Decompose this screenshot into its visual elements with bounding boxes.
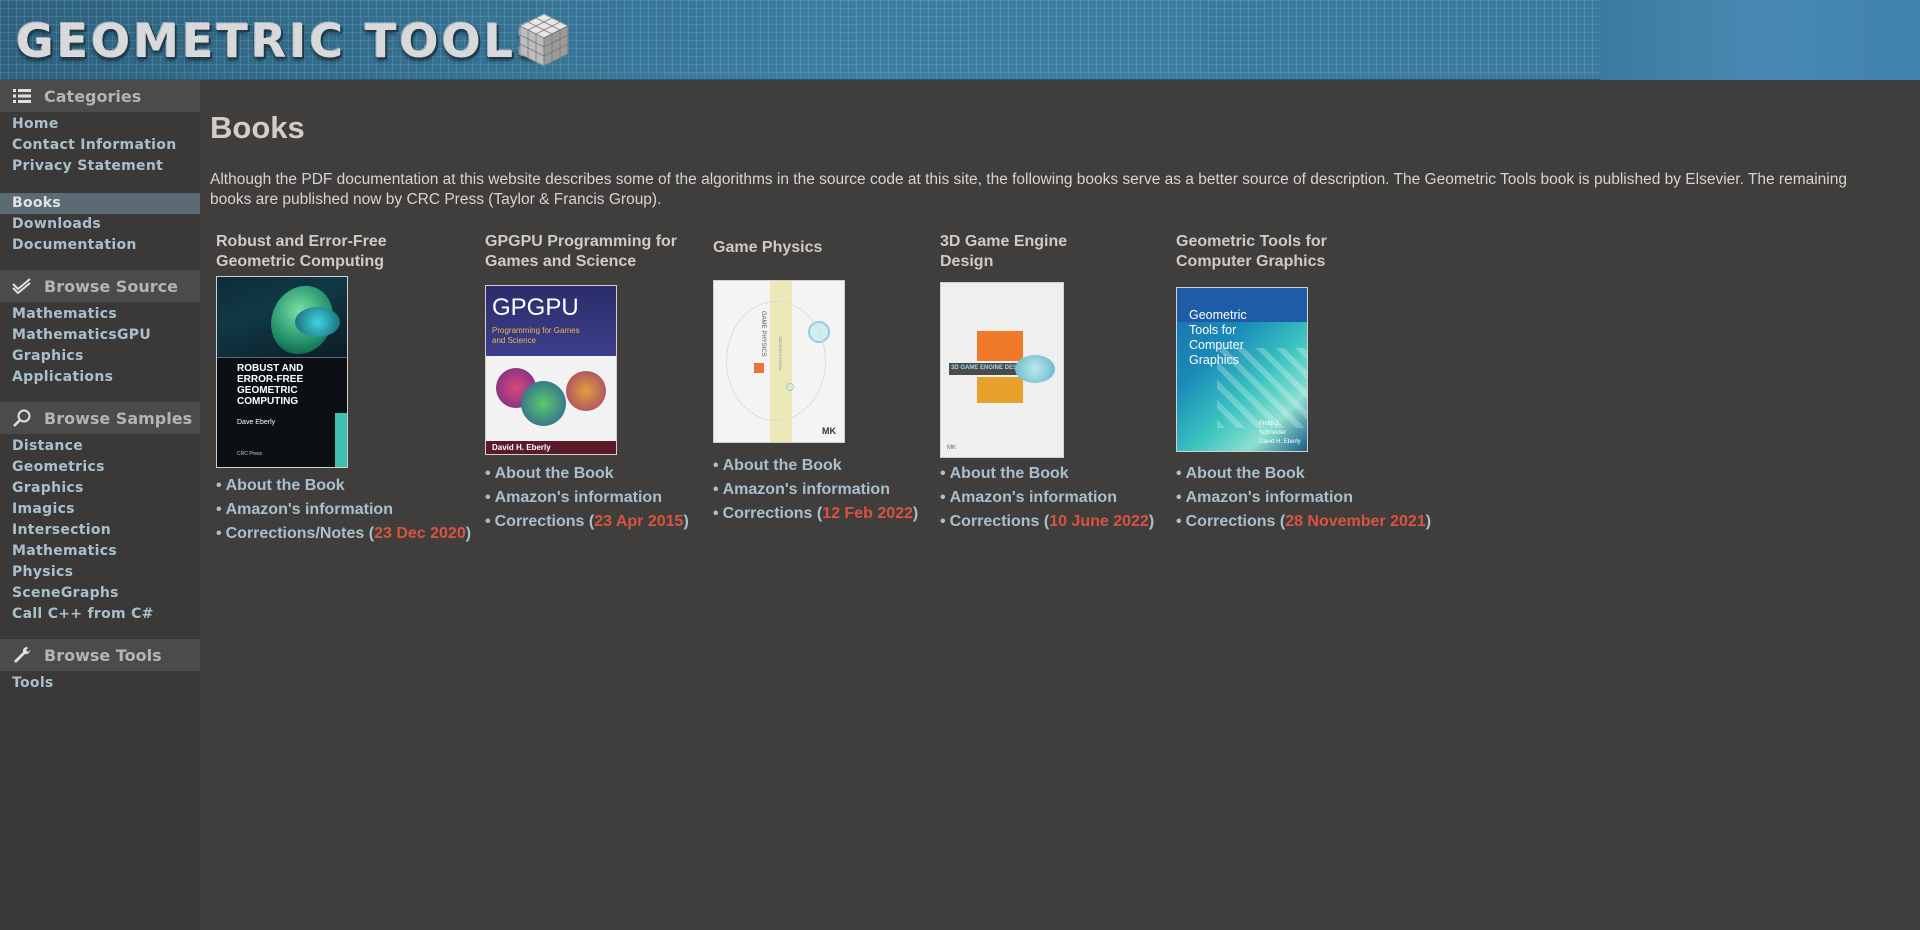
sidebar-header-label: Browse Samples (44, 408, 193, 428)
about-the-book-link[interactable]: • About the Book (485, 462, 689, 486)
sidebar-item-scenegraphs[interactable]: SceneGraphs (0, 583, 200, 604)
sidebar-item-home[interactable]: Home (0, 114, 200, 135)
sidebar-item-contact-information[interactable]: Contact Information (0, 135, 200, 156)
sidebar-item-distance[interactable]: Distance (0, 436, 200, 457)
sidebar-item-physics[interactable]: Physics (0, 562, 200, 583)
sidebar-header-categories: Categories (0, 80, 200, 112)
book-cover[interactable]: ROBUST AND ERROR-FREE GEOMETRIC COMPUTIN… (216, 276, 348, 468)
about-the-book-link[interactable]: • About the Book (940, 462, 1154, 486)
sidebar-header-label: Categories (44, 86, 142, 106)
sidebar-item-tools[interactable]: Tools (0, 673, 200, 694)
about-the-book-link[interactable]: • About the Book (1176, 462, 1431, 486)
sidebar: Categories Home Contact Information Priv… (0, 80, 200, 930)
sidebar-item-mathematics[interactable]: Mathematics (0, 304, 200, 325)
amazon-information-link[interactable]: • Amazon's information (485, 486, 689, 510)
intro-paragraph: Although the PDF documentation at this w… (210, 171, 1847, 208)
main-content: Books Although the PDF documentation at … (200, 80, 1920, 930)
book-title: 3D Game Engine Design (940, 233, 1068, 270)
sidebar-header-label: Browse Tools (44, 645, 162, 665)
corrections-link[interactable]: • Corrections/Notes (23 Dec 2020) (216, 522, 471, 546)
book-card: Robust and Error-Free Geometric Computin… (216, 232, 476, 542)
wrench-icon (12, 645, 32, 665)
checkmarks-icon (12, 276, 32, 296)
book-links: • About the Book • Amazon's information • C… (940, 462, 1154, 534)
book-card: GPGPU Programming for Games and Science … (485, 232, 705, 530)
book-cover[interactable]: Geometric Tools for Computer Graphics Ph… (1176, 287, 1308, 452)
list-icon (12, 86, 32, 106)
sidebar-header-browse-samples: Browse Samples (0, 402, 200, 434)
book-cover[interactable]: GPGPU Programming for Games and Science … (485, 285, 617, 455)
book-links: • About the Book • Amazon's information • C… (713, 454, 918, 526)
book-card: Game Physics GAME PHYSICS SECOND EDITION… (713, 238, 923, 522)
amazon-information-link[interactable]: • Amazon's information (216, 498, 471, 522)
sidebar-item-applications[interactable]: Applications (0, 367, 200, 388)
about-the-book-link[interactable]: • About the Book (713, 454, 918, 478)
sidebar-item-mathematicsgpu[interactable]: MathematicsGPU (0, 325, 200, 346)
sidebar-item-downloads[interactable]: Downloads (0, 214, 200, 235)
corrections-link[interactable]: • Corrections (28 November 2021) (1176, 510, 1431, 534)
sidebar-header-label: Browse Source (44, 276, 178, 296)
site-header: GEOMETRIC TOOLS (0, 0, 1920, 80)
corrections-link[interactable]: • Corrections (10 June 2022) (940, 510, 1154, 534)
about-the-book-link[interactable]: • About the Book (216, 474, 471, 498)
sidebar-item-documentation[interactable]: Documentation (0, 235, 200, 256)
page-title: Books (210, 110, 305, 145)
book-links: • About the Book • Amazon's information • C… (1176, 462, 1431, 534)
sidebar-header-browse-source: Browse Source (0, 270, 200, 302)
sidebar-item-mathematics-samples[interactable]: Mathematics (0, 541, 200, 562)
book-links: • About the Book • Amazon's information • C… (216, 474, 471, 546)
book-links: • About the Book • Amazon's information • C… (485, 462, 689, 534)
book-title: Geometric Tools for Computer Graphics (1176, 233, 1327, 270)
book-cover[interactable]: GAME PHYSICS SECOND EDITION MK (713, 280, 845, 443)
book-card: Geometric Tools for Computer Graphics Ge… (1176, 232, 1476, 530)
book-title: GPGPU Programming for Games and Science (485, 233, 678, 270)
cube-logo-icon[interactable] (516, 12, 572, 68)
sidebar-item-imagics[interactable]: Imagics (0, 499, 200, 520)
sidebar-item-books[interactable]: Books (0, 193, 200, 214)
amazon-information-link[interactable]: • Amazon's information (1176, 486, 1431, 510)
amazon-information-link[interactable]: • Amazon's information (940, 486, 1154, 510)
header-decoration (1600, 0, 1920, 80)
sidebar-item-graphics-samples[interactable]: Graphics (0, 478, 200, 499)
corrections-link[interactable]: • Corrections (12 Feb 2022) (713, 502, 918, 526)
corrections-link[interactable]: • Corrections (23 Apr 2015) (485, 510, 689, 534)
book-title: Robust and Error-Free Geometric Computin… (216, 233, 387, 270)
magnifier-icon (12, 408, 32, 428)
book-title: Game Physics (713, 239, 823, 256)
book-card: 3D Game Engine Design 3D GAME ENGINE DES… (940, 232, 1160, 530)
sidebar-item-privacy-statement[interactable]: Privacy Statement (0, 156, 200, 177)
sidebar-item-geometrics[interactable]: Geometrics (0, 457, 200, 478)
sidebar-item-intersection[interactable]: Intersection (0, 520, 200, 541)
sidebar-header-browse-tools: Browse Tools (0, 639, 200, 671)
sidebar-item-graphics[interactable]: Graphics (0, 346, 200, 367)
book-cover[interactable]: 3D GAME ENGINE DESIGN MK (940, 282, 1064, 458)
amazon-information-link[interactable]: • Amazon's information (713, 478, 918, 502)
site-logo-text[interactable]: GEOMETRIC TOOLS (16, 14, 552, 68)
sidebar-item-call-cpp-from-csharp[interactable]: Call C++ from C# (0, 604, 200, 625)
